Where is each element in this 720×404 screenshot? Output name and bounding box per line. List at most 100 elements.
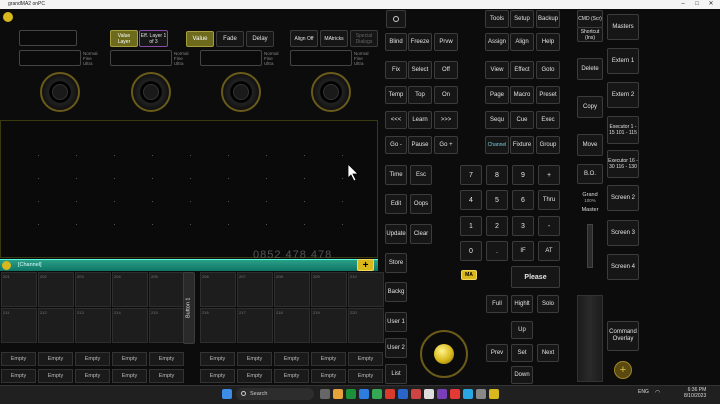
special-dialogs-button[interactable]: Special Dialogs	[350, 30, 378, 47]
minus-key[interactable]: -	[538, 216, 560, 236]
maximize-icon[interactable]: □	[690, 0, 704, 9]
fixture-cell[interactable]: 212	[38, 308, 74, 343]
user1-button[interactable]: User 1	[385, 312, 407, 332]
setup-button[interactable]: Setup	[510, 10, 534, 28]
fixture-cell[interactable]: 211	[1, 308, 37, 343]
encoder-2[interactable]	[131, 72, 171, 112]
freeze-button[interactable]: Freeze	[408, 33, 432, 51]
executor-empty-button[interactable]: Empty	[1, 352, 36, 366]
value-layer-button[interactable]: Value Layer	[110, 30, 138, 47]
key-2[interactable]: 2	[486, 216, 508, 236]
grand-master-fader[interactable]	[587, 224, 593, 268]
channel-button[interactable]: Channel	[485, 136, 509, 154]
app-icon-5[interactable]	[463, 389, 473, 399]
at-key[interactable]: AT	[538, 241, 560, 261]
fixture-cell[interactable]: 217	[237, 308, 273, 343]
clock[interactable]: 6:36 PM 8/10/2023	[684, 387, 706, 399]
wheel-knob[interactable]	[434, 344, 454, 364]
store-icon[interactable]	[346, 389, 356, 399]
executor-empty-button[interactable]: Empty	[75, 352, 110, 366]
dot-key[interactable]: .	[486, 241, 508, 261]
go-plus-button[interactable]: Go +	[434, 136, 458, 154]
on-button[interactable]: On	[434, 86, 458, 104]
esc-button[interactable]: Esc	[410, 165, 432, 185]
plus-key[interactable]: +	[538, 165, 560, 185]
pause-button[interactable]: Pause	[408, 136, 432, 154]
copy-button[interactable]: Copy	[577, 96, 603, 118]
page-button[interactable]: Page	[485, 86, 509, 104]
cmd-scr-button[interactable]: CMD (Scr)	[577, 10, 603, 28]
chrome-icon[interactable]	[372, 389, 382, 399]
executor-empty-button[interactable]: Empty	[75, 369, 110, 383]
learn-button[interactable]: Learn	[408, 111, 432, 129]
prvw-button[interactable]: Prvw	[434, 33, 458, 51]
fixture-cell[interactable]: 213	[75, 308, 111, 343]
command-field[interactable]	[19, 30, 77, 46]
top-button[interactable]: Top	[408, 86, 432, 104]
minimize-icon[interactable]: –	[676, 0, 690, 9]
fixture-cell[interactable]: 201	[1, 272, 37, 307]
screen2-button[interactable]: Screen 2	[607, 185, 639, 211]
key-6[interactable]: 6	[512, 190, 534, 210]
add-button[interactable]: +	[357, 259, 374, 271]
add-view-icon[interactable]: +	[614, 361, 632, 379]
executor-empty-button[interactable]: Empty	[149, 369, 184, 383]
task-view-icon[interactable]	[320, 389, 330, 399]
key-7[interactable]: 7	[460, 165, 482, 185]
command-overlay-button[interactable]: Command Overlay	[607, 321, 639, 351]
backg-button[interactable]: Backg	[385, 282, 407, 302]
executor-empty-button[interactable]: Empty	[112, 352, 147, 366]
select-button[interactable]: Select	[408, 61, 432, 79]
taskbar-search[interactable]: Search	[236, 388, 314, 400]
executor-empty-button[interactable]: Empty	[311, 369, 346, 383]
key-0[interactable]: 0	[460, 241, 482, 261]
update-button[interactable]: Update	[385, 224, 407, 244]
windows-start-icon[interactable]	[222, 389, 232, 399]
fixture-cell[interactable]: 202	[38, 272, 74, 307]
move-button[interactable]: Move	[577, 134, 603, 156]
effect-layer-button[interactable]: Eff. Layer 1 of 3	[139, 30, 168, 47]
app-icon-2[interactable]	[424, 389, 434, 399]
encoder-field-2[interactable]	[110, 50, 172, 66]
extern1-button[interactable]: Extern 1	[607, 48, 639, 74]
encoder-4[interactable]	[311, 72, 351, 112]
user2-button[interactable]: User 2	[385, 338, 407, 358]
executor-empty-button[interactable]: Empty	[200, 369, 235, 383]
prev-button[interactable]: Prev	[486, 344, 508, 362]
key-4[interactable]: 4	[460, 190, 482, 210]
wifi-icon[interactable]: ◠	[655, 389, 660, 396]
fixture-cell[interactable]: 216	[200, 308, 236, 343]
matricks-button[interactable]: MAtricks	[320, 30, 348, 47]
clear-button[interactable]: Clear	[410, 224, 432, 244]
down-button[interactable]: Down	[511, 366, 533, 384]
master-fader-track[interactable]	[577, 295, 603, 382]
key-5[interactable]: 5	[486, 190, 508, 210]
key-8[interactable]: 8	[486, 165, 508, 185]
full-button[interactable]: Full	[486, 295, 508, 313]
goto-button[interactable]: Goto	[536, 61, 560, 79]
fixture-sheet-area[interactable]	[0, 120, 378, 258]
sequ-button[interactable]: Sequ	[485, 111, 509, 129]
screen3-button[interactable]: Screen 3	[607, 220, 639, 246]
app-icon-1[interactable]	[411, 389, 421, 399]
effect-button[interactable]: Effect	[510, 61, 534, 79]
record-icon[interactable]	[386, 10, 406, 28]
list-button[interactable]: List	[385, 364, 407, 384]
channel-bar[interactable]: [Channel]	[0, 259, 378, 271]
app-icon-4[interactable]	[450, 389, 460, 399]
key-1[interactable]: 1	[460, 216, 482, 236]
masters-button[interactable]: Masters	[607, 14, 639, 40]
oops-button[interactable]: Oops	[410, 194, 432, 214]
mail-icon[interactable]	[359, 389, 369, 399]
app-icon-6[interactable]	[476, 389, 486, 399]
extern2-button[interactable]: Extern 2	[607, 82, 639, 108]
ma-key[interactable]: MA	[461, 270, 477, 280]
executor-empty-button[interactable]: Empty	[38, 369, 73, 383]
executor-empty-button[interactable]: Empty	[348, 352, 383, 366]
if-key[interactable]: IF	[512, 241, 534, 261]
encoder-field-4[interactable]	[290, 50, 352, 66]
store-button[interactable]: Store	[385, 253, 407, 273]
language-indicator[interactable]: ENG	[638, 389, 649, 395]
align-off-button[interactable]: Align Off	[290, 30, 318, 47]
help-button[interactable]: Help	[536, 33, 560, 51]
